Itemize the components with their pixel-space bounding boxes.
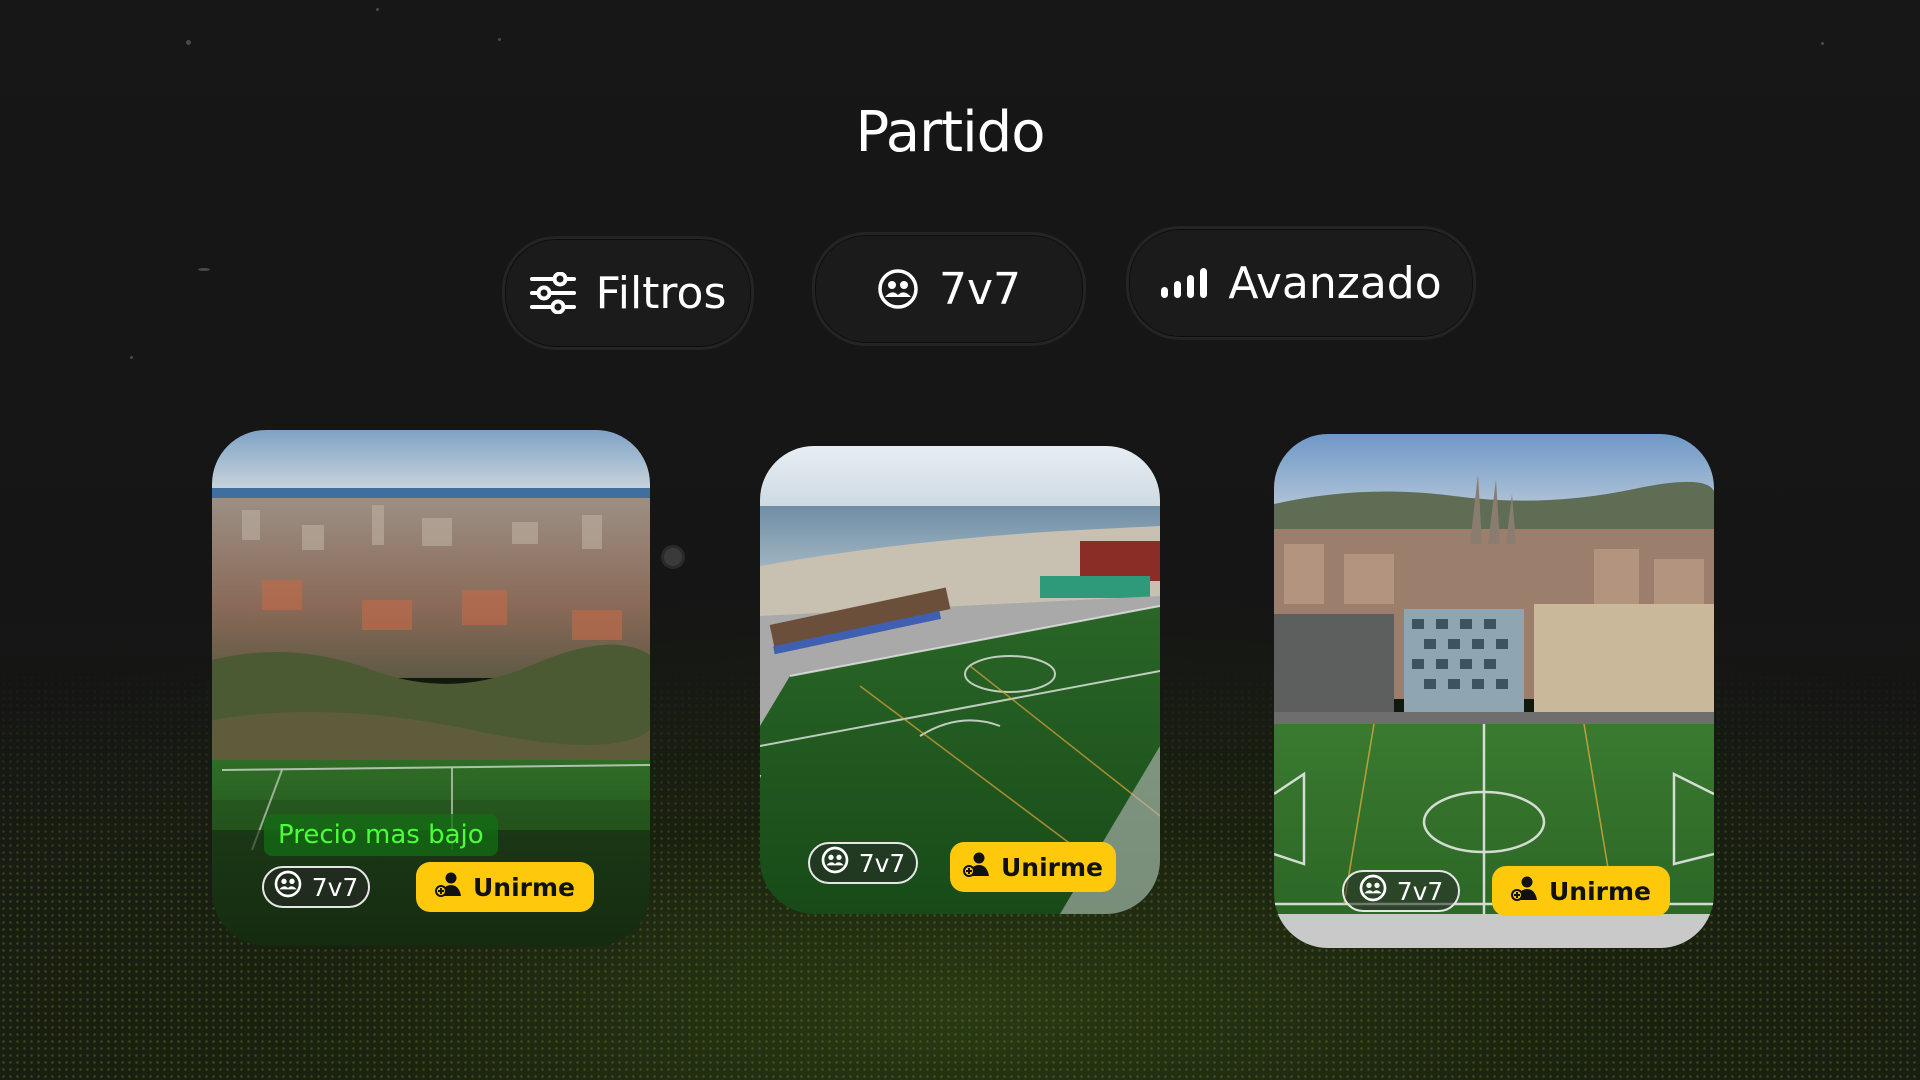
mode-chip: 7v7 <box>262 866 370 908</box>
carousel-indicator[interactable] <box>661 545 685 569</box>
background-speck <box>130 356 133 359</box>
sliders-icon <box>529 272 576 314</box>
add-user-icon <box>962 850 991 884</box>
join-button[interactable]: Unirme <box>416 862 594 912</box>
mode-chip: 7v7 <box>808 842 918 884</box>
mode-chip-label: 7v7 <box>858 848 906 878</box>
group-icon <box>274 870 302 904</box>
background-speck <box>1821 42 1824 45</box>
join-button-label: Unirme <box>1548 876 1651 906</box>
page-title: Partido <box>855 100 1046 165</box>
group-icon <box>877 268 919 310</box>
filters-label: Filtros <box>595 267 727 319</box>
app-screen: Partido Filtros 7v7 Avanzado Precio mas … <box>0 0 1920 1080</box>
group-icon <box>821 846 849 880</box>
lowest-price-badge: Precio mas bajo <box>264 814 498 856</box>
background-speck <box>186 40 191 45</box>
mode-filter-label: 7v7 <box>938 263 1022 315</box>
join-button-label: Unirme <box>472 872 575 902</box>
add-user-icon <box>1510 874 1539 908</box>
mode-filter-button[interactable]: 7v7 <box>812 232 1086 346</box>
join-button[interactable]: Unirme <box>1492 866 1670 916</box>
match-card[interactable]: Precio mas bajo 7v7 Unirme <box>212 430 650 946</box>
match-card[interactable]: 7v7 Unirme <box>760 446 1160 914</box>
join-button[interactable]: Unirme <box>950 842 1116 892</box>
mode-chip-label: 7v7 <box>1396 876 1444 906</box>
background-speck <box>498 38 501 41</box>
background-speck <box>376 8 379 11</box>
mode-chip-label: 7v7 <box>311 872 359 902</box>
join-button-label: Unirme <box>1000 852 1103 882</box>
background-speck <box>198 268 210 271</box>
filters-button[interactable]: Filtros <box>502 236 754 350</box>
level-filter-label: Avanzado <box>1228 257 1442 309</box>
match-card[interactable]: 7v7 Unirme <box>1274 434 1714 948</box>
add-user-icon <box>434 870 463 904</box>
level-filter-button[interactable]: Avanzado <box>1126 226 1476 340</box>
mode-chip: 7v7 <box>1342 870 1460 912</box>
signal-bars-icon <box>1160 267 1208 299</box>
group-icon <box>1359 874 1387 908</box>
